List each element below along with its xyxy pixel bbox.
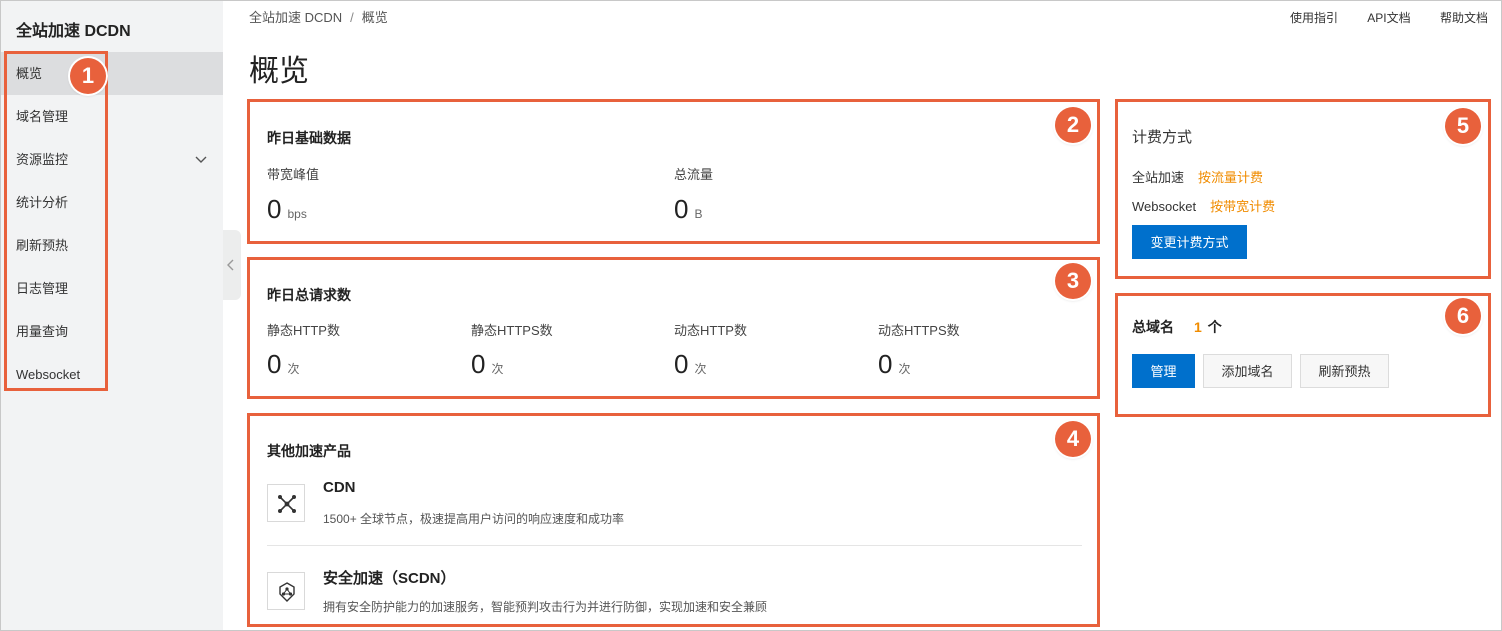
breadcrumb-current: 概览 — [361, 10, 388, 25]
sidebar-item-label: 资源监控 — [16, 152, 69, 167]
products-title: 其他加速产品 — [267, 443, 351, 459]
domain-count-unit: 个 — [1207, 319, 1222, 335]
sidebar-collapse-handle[interactable] — [223, 230, 241, 300]
billing-method-websocket[interactable]: 按带宽计费 — [1210, 199, 1275, 214]
domain-count: 1 — [1194, 319, 1202, 335]
cdn-product-name[interactable]: CDN — [323, 479, 356, 496]
chevron-down-icon — [195, 156, 207, 163]
static-https-value: 0次 — [471, 349, 504, 379]
annotation-badge-3: 3 — [1055, 263, 1091, 299]
billing-row-websocket: Websocket 按带宽计费 — [1132, 199, 1276, 214]
sidebar-item-usage[interactable]: 用量查询 — [1, 310, 223, 353]
dynamic-https-label: 动态HTTPS数 — [878, 323, 960, 338]
annotation-badge-6: 6 — [1445, 298, 1481, 334]
dynamic-http-value: 0次 — [674, 349, 707, 379]
sidebar-item-refresh-preload[interactable]: 刷新预热 — [1, 224, 223, 267]
static-http-label: 静态HTTP数 — [267, 323, 340, 338]
bandwidth-unit: bps — [287, 207, 307, 221]
sidebar-item-overview[interactable]: 概览 — [1, 52, 223, 95]
domains-card: 总域名 1 个 管理 添加域名 刷新预热 — [1117, 295, 1489, 415]
products-card: 其他加速产品 CDN 1500+ 全球节点，极速提高用户访问的响应速度和成功率 … — [249, 415, 1098, 625]
domain-total: 总域名 1 个 — [1132, 319, 1222, 335]
billing-card: 计费方式 全站加速 按流量计费 Websocket 按带宽计费 变更计费方式 — [1117, 101, 1489, 277]
usage-guide-link[interactable]: 使用指引 — [1290, 11, 1338, 25]
chevron-left-icon — [227, 259, 234, 271]
scdn-product-name[interactable]: 安全加速（SCDN） — [323, 567, 456, 588]
page-title: 概览 — [249, 55, 309, 88]
cdn-product-desc: 1500+ 全球节点，极速提高用户访问的响应速度和成功率 — [323, 512, 625, 526]
manage-domains-button[interactable]: 管理 — [1132, 354, 1195, 388]
sidebar-brand: 全站加速 DCDN — [16, 23, 131, 40]
breadcrumb-root[interactable]: 全站加速 DCDN — [249, 10, 342, 25]
change-billing-button[interactable]: 变更计费方式 — [1132, 225, 1247, 259]
breadcrumb-separator: / — [350, 10, 354, 25]
sidebar-item-statistics[interactable]: 统计分析 — [1, 181, 223, 224]
sidebar-item-websocket[interactable]: Websocket — [1, 353, 223, 396]
requests-card: 昨日总请求数 静态HTTP数 0次 静态HTTPS数 0次 动态HTTP数 0次… — [249, 259, 1098, 397]
breadcrumb: 全站加速 DCDN / 概览 — [249, 7, 388, 26]
sidebar-item-label: 刷新预热 — [16, 238, 69, 253]
annotation-badge-2: 2 — [1055, 107, 1091, 143]
billing-title: 计费方式 — [1132, 129, 1193, 146]
dynamic-http-label: 动态HTTP数 — [674, 323, 747, 338]
cdn-product-icon — [267, 484, 305, 522]
network-nodes-icon — [278, 495, 296, 513]
static-http-value: 0次 — [267, 349, 300, 379]
sidebar-item-resource-monitoring[interactable]: 资源监控 — [1, 138, 223, 181]
basic-data-title: 昨日基础数据 — [267, 130, 351, 146]
annotation-badge-1: 1 — [70, 58, 106, 94]
sidebar-item-label: Websocket — [16, 367, 81, 382]
sidebar-item-label: 日志管理 — [16, 281, 69, 296]
annotation-badge-4: 4 — [1055, 421, 1091, 457]
scdn-product-icon — [267, 572, 305, 610]
traffic-label: 总流量 — [674, 167, 714, 182]
add-domain-button[interactable]: 添加域名 — [1203, 354, 1292, 388]
billing-row-dcdn: 全站加速 按流量计费 — [1132, 170, 1264, 185]
sidebar-item-logs[interactable]: 日志管理 — [1, 267, 223, 310]
requests-title: 昨日总请求数 — [267, 287, 351, 303]
sidebar-item-label: 域名管理 — [16, 109, 69, 124]
sidebar-item-domain-management[interactable]: 域名管理 — [1, 95, 223, 138]
api-docs-link[interactable]: API文档 — [1367, 11, 1410, 25]
annotation-badge-5: 5 — [1445, 108, 1481, 144]
top-links: 使用指引 API文档 帮助文档 — [1264, 9, 1488, 26]
billing-method-dcdn[interactable]: 按流量计费 — [1198, 170, 1263, 185]
sidebar-item-label: 用量查询 — [16, 324, 69, 339]
traffic-unit: B — [694, 207, 703, 221]
products-divider — [267, 545, 1082, 546]
dynamic-https-value: 0次 — [878, 349, 911, 379]
basic-data-card: 昨日基础数据 带宽峰值 0 bps 总流量 0B — [249, 101, 1098, 242]
static-https-label: 静态HTTPS数 — [471, 323, 553, 338]
bandwidth-label: 带宽峰值 — [267, 167, 320, 182]
shield-nodes-icon — [279, 582, 295, 602]
sidebar: 全站加速 DCDN 概览 域名管理 资源监控 统计分析 刷新预热 日志管理 用量… — [1, 1, 223, 630]
bandwidth-value: 0 bps — [267, 194, 307, 224]
sidebar-item-label: 概览 — [16, 66, 43, 81]
traffic-value: 0B — [674, 194, 703, 224]
refresh-preload-button[interactable]: 刷新预热 — [1300, 354, 1389, 388]
help-docs-link[interactable]: 帮助文档 — [1440, 11, 1488, 25]
sidebar-item-label: 统计分析 — [16, 195, 69, 210]
scdn-product-desc: 拥有安全防护能力的加速服务，智能预判攻击行为并进行防御，实现加速和安全兼顾 — [323, 600, 768, 614]
